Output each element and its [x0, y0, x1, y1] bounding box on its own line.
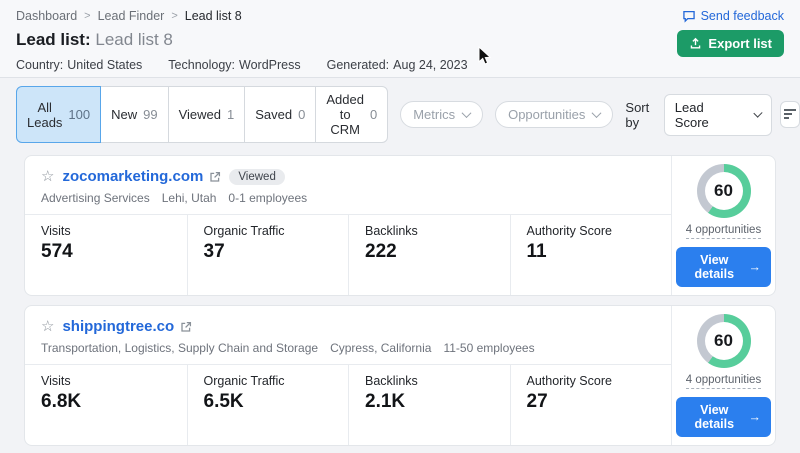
lead-subline: Transportation, Logistics, Supply Chain …	[41, 341, 655, 355]
export-list-button[interactable]: Export list	[677, 30, 784, 57]
star-icon[interactable]: ☆	[41, 169, 54, 184]
metrics-dropdown[interactable]: Metrics	[400, 101, 483, 128]
sort-descending-icon	[784, 109, 796, 120]
metric-authority-score: Authority Score 11	[510, 215, 672, 295]
tab-viewed[interactable]: Viewed 1	[168, 86, 246, 143]
metrics-dropdown-label: Metrics	[413, 107, 455, 122]
view-details-label: View details	[686, 403, 743, 431]
breadcrumb-lead-finder[interactable]: Lead Finder	[98, 9, 165, 23]
page-title-value: Lead list 8	[95, 30, 173, 49]
opportunities-dropdown-label: Opportunities	[508, 107, 585, 122]
filters: Country: United States Technology: WordP…	[16, 58, 784, 72]
tab-saved-count: 0	[298, 107, 305, 122]
lead-domain-link[interactable]: shippingtree.co	[62, 318, 174, 335]
tab-viewed-label: Viewed	[179, 107, 221, 122]
page-header: Dashboard > Lead Finder > Lead list 8 Se…	[0, 0, 800, 78]
metric-organic-traffic: Organic Traffic 37	[187, 215, 349, 295]
lead-score-value: 60	[705, 172, 743, 210]
lead-score-value: 60	[705, 322, 743, 360]
view-details-button[interactable]: View details →	[676, 397, 771, 437]
chevron-down-icon	[462, 108, 472, 118]
lead-metrics: Visits 574 Organic Traffic 37 Backlinks …	[25, 214, 671, 295]
filter-generated-value: Aug 24, 2023	[393, 58, 467, 72]
lead-score-panel: 60 4 opportunities View details →	[671, 306, 775, 445]
page-title: Lead list: Lead list 8	[16, 30, 784, 50]
view-details-label: View details	[686, 253, 743, 281]
leads-toolbar: All Leads 100 New 99 Viewed 1 Saved 0 Ad…	[0, 78, 800, 151]
metric-visits: Visits 6.8K	[25, 365, 187, 445]
filter-country-label: Country:	[16, 58, 63, 72]
lead-score-panel: 60 4 opportunities View details →	[671, 156, 775, 295]
export-list-label: Export list	[708, 36, 772, 51]
arrow-right-icon: →	[749, 260, 762, 274]
lead-cards-list: ☆ zocomarketing.com Viewed Advertising S…	[0, 151, 800, 453]
filter-generated: Generated: Aug 24, 2023	[327, 58, 468, 72]
filter-technology-label: Technology:	[168, 58, 235, 72]
metric-organic-traffic: Organic Traffic 6.5K	[187, 365, 349, 445]
chevron-down-icon	[592, 108, 602, 118]
feedback-bubble-icon	[682, 9, 696, 23]
filter-technology-value: WordPress	[239, 58, 301, 72]
metric-backlinks: Backlinks 2.1K	[348, 365, 510, 445]
tab-viewed-count: 1	[227, 107, 234, 122]
lead-domain-link[interactable]: zocomarketing.com	[62, 168, 203, 185]
view-details-button[interactable]: View details →	[676, 247, 771, 287]
external-link-icon[interactable]	[209, 171, 221, 183]
breadcrumb-separator-icon: >	[84, 10, 90, 22]
tab-new[interactable]: New 99	[100, 86, 168, 143]
lead-tabs: All Leads 100 New 99 Viewed 1 Saved 0 Ad…	[16, 86, 388, 143]
tab-saved[interactable]: Saved 0	[244, 86, 316, 143]
sort-by-label: Sort by	[625, 100, 655, 130]
lead-card: ☆ zocomarketing.com Viewed Advertising S…	[24, 155, 776, 296]
metric-visits: Visits 574	[25, 215, 187, 295]
arrow-right-icon: →	[749, 410, 762, 424]
sort-select-value: Lead Score	[675, 100, 729, 130]
sort-group: Sort by Lead Score	[625, 94, 800, 136]
viewed-badge: Viewed	[229, 169, 285, 185]
lead-metrics: Visits 6.8K Organic Traffic 6.5K Backlin…	[25, 364, 671, 445]
tab-all-leads[interactable]: All Leads 100	[16, 86, 101, 143]
sort-select[interactable]: Lead Score	[664, 94, 772, 136]
opportunities-link[interactable]: 4 opportunities	[686, 374, 761, 389]
tab-new-count: 99	[143, 107, 157, 122]
lead-location: Cypress, California	[330, 341, 431, 355]
tab-added-to-crm-label: Added to CRM	[326, 92, 364, 137]
filter-technology: Technology: WordPress	[168, 58, 300, 72]
opportunities-dropdown[interactable]: Opportunities	[495, 101, 613, 128]
chevron-down-icon	[753, 109, 762, 118]
lead-location: Lehi, Utah	[162, 191, 217, 205]
lead-subline: Advertising Services Lehi, Utah 0-1 empl…	[41, 191, 655, 205]
lead-score-gauge: 60	[697, 314, 751, 368]
breadcrumb-current: Lead list 8	[185, 9, 242, 23]
opportunities-link[interactable]: 4 opportunities	[686, 224, 761, 239]
star-icon[interactable]: ☆	[41, 319, 54, 334]
lead-employees: 11-50 employees	[443, 341, 534, 355]
sort-direction-button[interactable]	[780, 101, 800, 128]
lead-industry: Advertising Services	[41, 191, 150, 205]
page-title-label: Lead list:	[16, 30, 91, 49]
tab-added-to-crm-count: 0	[370, 107, 377, 122]
breadcrumb-dashboard[interactable]: Dashboard	[16, 9, 77, 23]
tab-saved-label: Saved	[255, 107, 292, 122]
breadcrumb-separator-icon: >	[171, 10, 177, 22]
external-link-icon[interactable]	[180, 321, 192, 333]
breadcrumb: Dashboard > Lead Finder > Lead list 8 Se…	[16, 9, 784, 23]
metric-authority-score: Authority Score 27	[510, 365, 672, 445]
lead-score-gauge: 60	[697, 164, 751, 218]
tab-all-leads-label: All Leads	[27, 100, 62, 130]
filter-generated-label: Generated:	[327, 58, 390, 72]
metric-backlinks: Backlinks 222	[348, 215, 510, 295]
tab-new-label: New	[111, 107, 137, 122]
lead-employees: 0-1 employees	[228, 191, 307, 205]
lead-industry: Transportation, Logistics, Supply Chain …	[41, 341, 318, 355]
filter-country-value: United States	[67, 58, 142, 72]
lead-card: ☆ shippingtree.co Transportation, Logist…	[24, 305, 776, 446]
send-feedback-link[interactable]: Send feedback	[682, 9, 784, 23]
send-feedback-label: Send feedback	[701, 9, 784, 23]
filter-country: Country: United States	[16, 58, 142, 72]
tab-all-leads-count: 100	[68, 107, 90, 122]
tab-added-to-crm[interactable]: Added to CRM 0	[315, 86, 388, 143]
upload-icon	[689, 37, 702, 50]
